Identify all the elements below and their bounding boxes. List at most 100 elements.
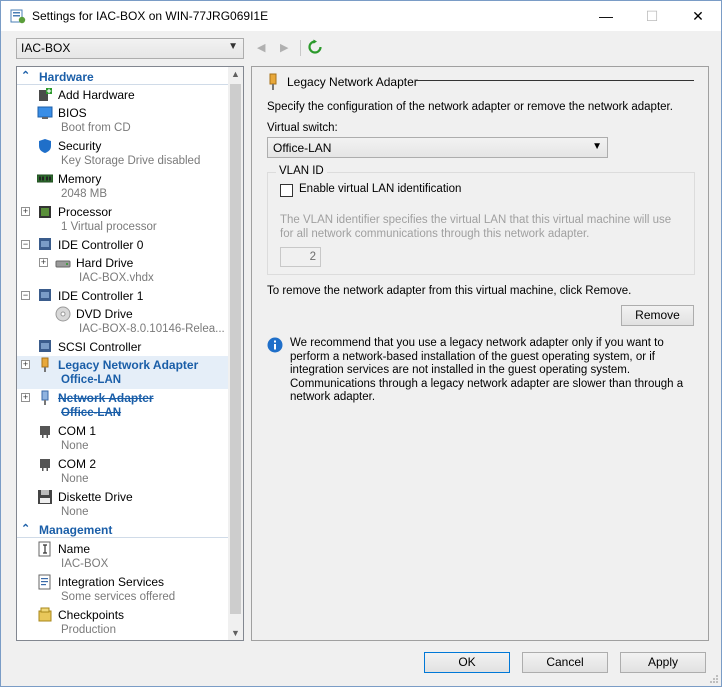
tree-item-name[interactable]: Name IAC-BOX [17, 540, 228, 572]
forward-arrow-icon[interactable]: ▶ [280, 41, 288, 54]
collapse-minus-icon[interactable]: − [21, 291, 30, 300]
shield-icon [39, 139, 51, 153]
tree-item-label: BIOS [58, 106, 87, 120]
close-button[interactable]: ✕ [675, 1, 721, 31]
tree-item-com-1[interactable]: COM 1 None [17, 422, 228, 454]
tree-item-detail: IAC-BOX-8.0.10146-Relea... [79, 323, 225, 335]
serial-port-icon [40, 426, 50, 438]
hard-drive-icon [55, 260, 71, 268]
expand-plus-icon[interactable]: + [21, 207, 30, 216]
info-icon [267, 337, 283, 353]
toolbar-separator [300, 40, 301, 56]
refresh-icon[interactable] [307, 39, 323, 55]
scroll-up-icon[interactable]: ▲ [231, 69, 240, 79]
settings-detail-panel: Legacy Network Adapter Specify the confi… [251, 66, 709, 641]
tree-item-detail: IAC-BOX.vhdx [79, 272, 154, 284]
tree-item-security[interactable]: Security Key Storage Drive disabled [17, 137, 228, 169]
virtual-switch-dropdown[interactable]: Office-LAN ▼ [267, 137, 608, 158]
tree-item-label: Name [58, 542, 91, 556]
memory-icon [37, 174, 53, 183]
tree-item-detail: None [61, 440, 89, 452]
tree-item-dvd-drive[interactable]: DVD Drive IAC-BOX-8.0.10146-Relea... [17, 305, 228, 337]
tree-scrollbar[interactable]: ▲ ▼ [228, 67, 243, 640]
tree-item-processor[interactable]: + Processor 1 Virtual processor [17, 203, 228, 235]
tree-item-detail: None [61, 506, 89, 518]
scroll-down-icon[interactable]: ▼ [231, 628, 240, 638]
ide-controller-icon [39, 289, 51, 301]
window-title: Settings for IAC-BOX on WIN-77JRG069I1E [32, 9, 269, 23]
enable-vlan-label[interactable]: Enable virtual LAN identification [299, 183, 461, 195]
add-hardware-icon [39, 88, 52, 101]
scsi-controller-icon [39, 340, 51, 352]
network-adapter-icon [41, 357, 49, 372]
tree-item-integration-services[interactable]: Integration Services Some services offer… [17, 573, 228, 605]
tree-item-memory[interactable]: Memory 2048 MB [17, 170, 228, 202]
tree-item-hard-drive[interactable]: + Hard Drive IAC-BOX.vhdx [17, 254, 228, 286]
tree-item-ide-controller-0[interactable]: − IDE Controller 0 [17, 236, 228, 253]
tree-item-scsi-controller[interactable]: SCSI Controller [17, 338, 228, 355]
tree-item-add-hardware[interactable]: Add Hardware [17, 87, 228, 103]
back-arrow-icon[interactable]: ◀ [257, 41, 265, 54]
vm-selector-value: IAC-BOX [21, 41, 71, 55]
tree-item-label: Add Hardware [58, 88, 135, 102]
expand-plus-icon[interactable]: + [21, 360, 30, 369]
settings-window: Settings for IAC-BOX on WIN-77JRG069I1E … [0, 0, 722, 687]
integration-services-icon [38, 574, 51, 590]
vlan-id-input[interactable]: 2 [280, 247, 321, 267]
section-management[interactable]: ⌃ Management [17, 522, 228, 538]
ide-controller-icon [39, 238, 51, 250]
enable-vlan-checkbox[interactable] [280, 184, 293, 197]
panel-description: Specify the configuration of the network… [267, 101, 673, 113]
tree-item-diskette-drive[interactable]: Diskette Drive None [17, 488, 228, 520]
tree-item-label: Network Adapter [58, 391, 154, 405]
title-bar: Settings for IAC-BOX on WIN-77JRG069I1E … [1, 1, 721, 31]
tree-item-label: IDE Controller 1 [58, 289, 144, 303]
tree-item-checkpoints[interactable]: Checkpoints Production [17, 606, 228, 638]
panel-title: Legacy Network Adapter [287, 75, 418, 89]
name-tag-icon [38, 541, 51, 557]
maximize-button[interactable]: ☐ [629, 1, 675, 31]
expand-plus-icon[interactable]: + [39, 258, 48, 267]
tree-item-com-2[interactable]: COM 2 None [17, 455, 228, 487]
cancel-button[interactable]: Cancel [522, 652, 608, 673]
chevron-down-icon: ▼ [228, 41, 238, 52]
checkpoints-icon [38, 607, 52, 622]
tree-item-label: IDE Controller 0 [58, 238, 144, 252]
tree-item-label: COM 1 [58, 424, 97, 438]
collapse-chevron-icon[interactable]: ⌃ [21, 522, 30, 535]
tree-item-ide-controller-1[interactable]: − IDE Controller 1 [17, 287, 228, 304]
settings-tree[interactable]: ⌃ Hardware Add Hardware BIOS Boot from C… [16, 66, 244, 641]
vm-selector-dropdown[interactable]: IAC-BOX ▼ [16, 38, 244, 59]
tree-item-label: SCSI Controller [58, 340, 142, 354]
tree-item-detail: Some services offered [61, 591, 176, 603]
tree-item-label: Integration Services [58, 575, 165, 589]
floppy-disk-icon [38, 490, 52, 504]
processor-icon [39, 206, 51, 218]
tree-item-legacy-network-adapter[interactable]: + Legacy Network Adapter Office-LAN [17, 356, 228, 389]
expand-plus-icon[interactable]: + [21, 393, 30, 402]
dvd-disc-icon [55, 306, 71, 322]
tree-item-detail: Production [61, 624, 116, 636]
ok-button[interactable]: OK [424, 652, 510, 673]
info-recommendation-text: We recommend that you use a legacy netwo… [290, 337, 684, 403]
tree-item-bios[interactable]: BIOS Boot from CD [17, 104, 228, 136]
chevron-down-icon: ▼ [592, 141, 602, 152]
tree-item-label: Checkpoints [58, 608, 125, 622]
apply-button[interactable]: Apply [620, 652, 706, 673]
tree-item-detail: IAC-BOX [61, 558, 109, 570]
section-hardware[interactable]: ⌃ Hardware [17, 69, 228, 85]
bios-icon [37, 106, 53, 119]
tree-item-label: DVD Drive [76, 307, 133, 321]
collapse-chevron-icon[interactable]: ⌃ [21, 69, 30, 82]
minimize-button[interactable]: — [583, 1, 629, 31]
virtual-switch-label: Virtual switch: [267, 122, 338, 134]
resize-grip-icon[interactable] [709, 674, 719, 684]
collapse-minus-icon[interactable]: − [21, 240, 30, 249]
tree-item-label: Memory [58, 172, 102, 186]
network-adapter-icon [41, 390, 49, 405]
scrollbar-thumb[interactable] [230, 84, 241, 614]
settings-app-icon [10, 9, 26, 24]
tree-item-network-adapter[interactable]: + Network Adapter Office-LAN [17, 389, 228, 421]
remove-button[interactable]: Remove [621, 305, 694, 326]
tree-item-label: Legacy Network Adapter [58, 358, 199, 372]
